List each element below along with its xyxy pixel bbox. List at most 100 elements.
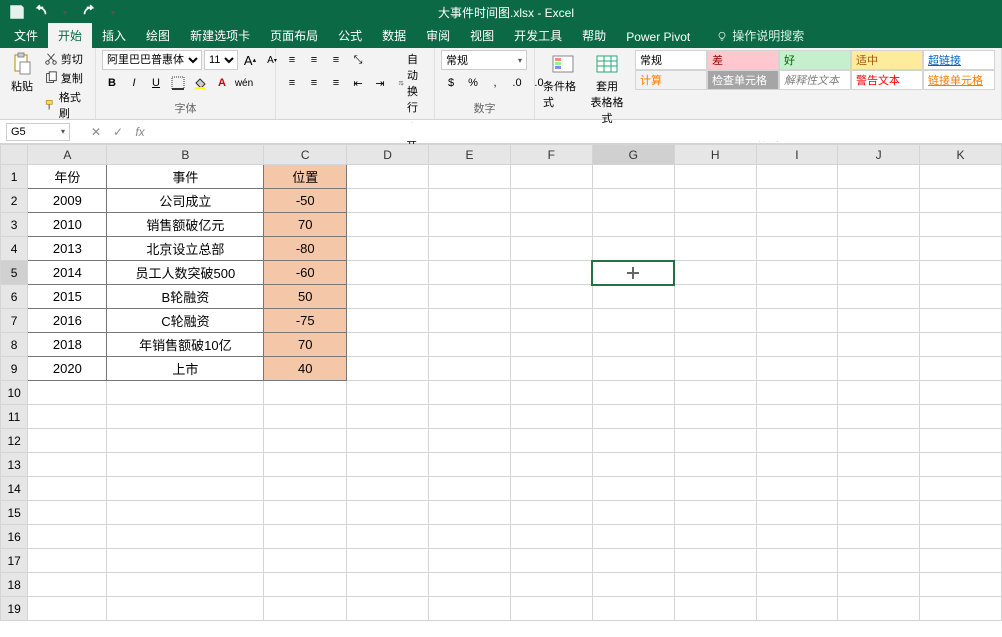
cell[interactable]: [920, 381, 1002, 405]
row-header[interactable]: 3: [1, 213, 28, 237]
cell[interactable]: [107, 597, 264, 621]
row-header[interactable]: 10: [1, 381, 28, 405]
column-header[interactable]: A: [28, 145, 107, 165]
cell[interactable]: [429, 285, 511, 309]
cell[interactable]: [920, 597, 1002, 621]
cell[interactable]: [429, 477, 511, 501]
column-header[interactable]: D: [347, 145, 429, 165]
cell[interactable]: [28, 525, 107, 549]
name-box[interactable]: G5▾: [6, 123, 70, 141]
cell[interactable]: 2015: [28, 285, 107, 309]
cell[interactable]: [107, 501, 264, 525]
cell[interactable]: [756, 357, 838, 381]
cell[interactable]: [838, 597, 920, 621]
cell[interactable]: [347, 189, 429, 213]
cell[interactable]: [510, 429, 592, 453]
column-header[interactable]: H: [674, 145, 756, 165]
cell[interactable]: [107, 429, 264, 453]
cell[interactable]: [920, 285, 1002, 309]
cell[interactable]: [592, 237, 674, 261]
cell[interactable]: [756, 501, 838, 525]
row-header[interactable]: 14: [1, 477, 28, 501]
cell[interactable]: [756, 285, 838, 309]
tab-powerpivot[interactable]: Power Pivot: [616, 26, 700, 48]
cell[interactable]: [920, 477, 1002, 501]
cell[interactable]: [674, 213, 756, 237]
cell[interactable]: [347, 549, 429, 573]
cell[interactable]: [347, 213, 429, 237]
phonetic-button[interactable]: wén: [234, 73, 254, 93]
cell[interactable]: [674, 357, 756, 381]
cell[interactable]: [756, 213, 838, 237]
cell[interactable]: [592, 357, 674, 381]
row-header[interactable]: 16: [1, 525, 28, 549]
fx-icon[interactable]: fx: [132, 124, 148, 140]
redo-icon[interactable]: [80, 3, 98, 21]
cell[interactable]: [756, 189, 838, 213]
cell[interactable]: 2014: [28, 261, 107, 285]
row-header[interactable]: 4: [1, 237, 28, 261]
comma-format-button[interactable]: ,: [485, 73, 505, 93]
formula-input[interactable]: [148, 123, 1002, 141]
cell[interactable]: [756, 237, 838, 261]
enter-formula-icon[interactable]: ✓: [110, 124, 126, 140]
cell[interactable]: [674, 405, 756, 429]
row-header[interactable]: 1: [1, 165, 28, 189]
cell[interactable]: [347, 597, 429, 621]
cell[interactable]: [264, 429, 347, 453]
style-cell[interactable]: 解释性文本: [779, 70, 851, 90]
cell[interactable]: [838, 573, 920, 597]
cell[interactable]: [28, 405, 107, 429]
cell[interactable]: [347, 285, 429, 309]
cell[interactable]: [920, 549, 1002, 573]
italic-button[interactable]: I: [124, 73, 144, 93]
cell[interactable]: 2010: [28, 213, 107, 237]
font-name-select[interactable]: 阿里巴巴普惠体: [102, 50, 202, 70]
cell[interactable]: [592, 213, 674, 237]
cell[interactable]: 40: [264, 357, 347, 381]
cell[interactable]: [510, 237, 592, 261]
cell[interactable]: [920, 453, 1002, 477]
cell[interactable]: [674, 333, 756, 357]
cell[interactable]: [264, 381, 347, 405]
cell[interactable]: [347, 165, 429, 189]
cell[interactable]: -75: [264, 309, 347, 333]
cell[interactable]: [838, 333, 920, 357]
save-icon[interactable]: [8, 3, 26, 21]
cell[interactable]: [347, 237, 429, 261]
cell[interactable]: [920, 189, 1002, 213]
cell[interactable]: [347, 261, 429, 285]
cell[interactable]: [510, 261, 592, 285]
style-cell[interactable]: 超链接: [923, 50, 995, 70]
cell[interactable]: [756, 525, 838, 549]
cell[interactable]: [28, 477, 107, 501]
cell[interactable]: [592, 405, 674, 429]
cell[interactable]: [838, 405, 920, 429]
accounting-format-button[interactable]: $: [441, 73, 461, 93]
cell[interactable]: [510, 573, 592, 597]
qat-customize-icon[interactable]: ▾: [104, 3, 122, 21]
cell[interactable]: [264, 453, 347, 477]
cell[interactable]: [838, 285, 920, 309]
cell[interactable]: [347, 573, 429, 597]
conditional-format-button[interactable]: 条件格式: [541, 50, 585, 112]
style-cell[interactable]: 警告文本: [851, 70, 923, 90]
cell[interactable]: [674, 573, 756, 597]
cell[interactable]: [510, 309, 592, 333]
cell[interactable]: [592, 549, 674, 573]
cell[interactable]: 2009: [28, 189, 107, 213]
cell[interactable]: [920, 429, 1002, 453]
cell[interactable]: [592, 573, 674, 597]
cell[interactable]: 2020: [28, 357, 107, 381]
cell[interactable]: [838, 429, 920, 453]
cell[interactable]: [838, 213, 920, 237]
cell[interactable]: [429, 597, 511, 621]
tab-data[interactable]: 数据: [372, 23, 416, 48]
cell[interactable]: [756, 453, 838, 477]
cell[interactable]: [592, 165, 674, 189]
undo-icon[interactable]: [32, 3, 50, 21]
cell[interactable]: [510, 285, 592, 309]
row-header[interactable]: 11: [1, 405, 28, 429]
cell[interactable]: [592, 309, 674, 333]
cell[interactable]: [28, 597, 107, 621]
